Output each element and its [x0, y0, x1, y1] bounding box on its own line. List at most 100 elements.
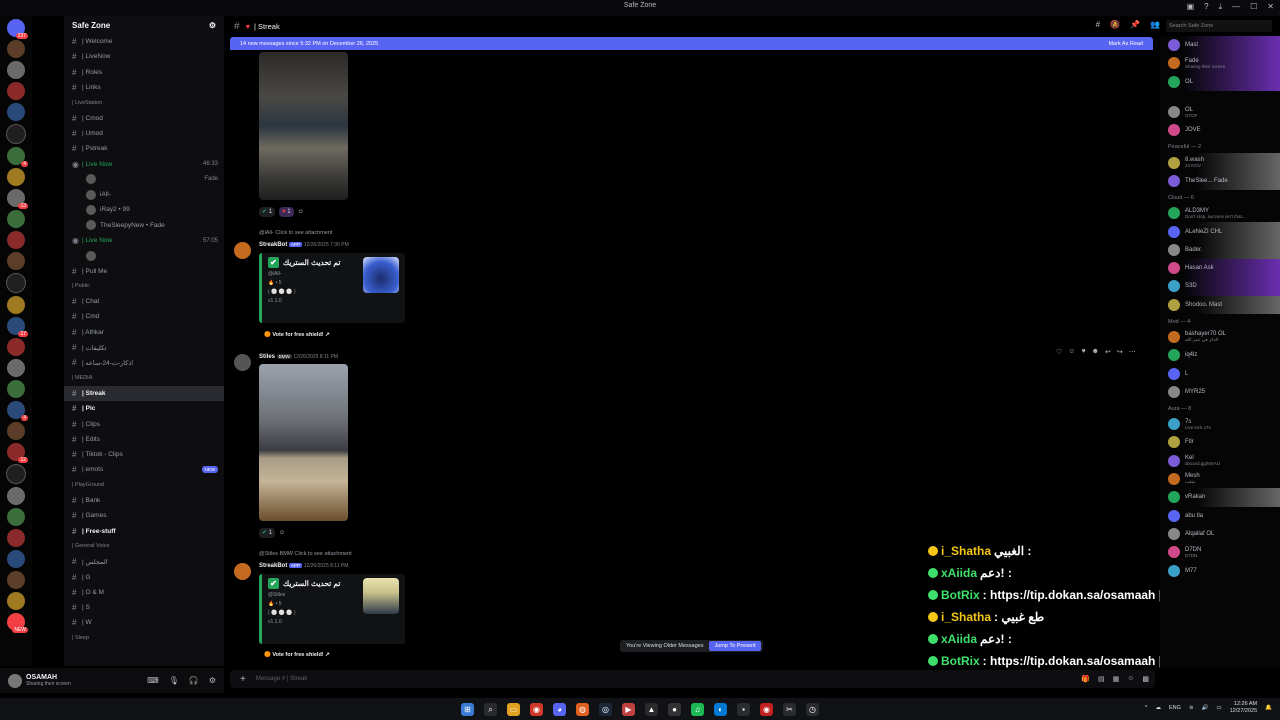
member-item[interactable]: iq4lz [1160, 346, 1280, 364]
message-input[interactable]: Message # | Streak [256, 676, 308, 682]
minimize-button[interactable]: — [1232, 2, 1240, 12]
windows-start-icon[interactable]: ⊞ [461, 702, 474, 716]
server-icon[interactable] [7, 210, 25, 228]
channel-item[interactable]: # | Tiktok - Clips [64, 447, 224, 462]
reaction-check[interactable]: ✔ 1 [259, 207, 276, 217]
maximize-button[interactable]: ☐ [1250, 2, 1257, 12]
channel-item[interactable]: # | LiveNow [64, 49, 224, 64]
notifications-icon[interactable]: 🔔 [1265, 705, 1272, 711]
message-image[interactable] [259, 52, 348, 200]
gift-icon[interactable]: 🎁 [1081, 675, 1090, 683]
member-item[interactable]: L [1160, 364, 1280, 382]
server-icon[interactable]: 4 [7, 147, 28, 167]
edge-icon[interactable]: ◐ [714, 702, 727, 716]
obs-icon[interactable]: ● [668, 702, 681, 716]
server-icon[interactable]: 13 [7, 189, 28, 209]
gamepad-icon[interactable]: ⌨ [147, 676, 159, 685]
member-item[interactable]: OL GTOF [1160, 103, 1280, 121]
new-messages-banner[interactable]: 14 new messages since 9:32 PM on Decembe… [230, 37, 1153, 50]
voice-user[interactable]: iAll- [64, 187, 224, 202]
members-icon[interactable]: 👥 [1150, 20, 1160, 29]
channel-item[interactable]: # | Links [64, 80, 224, 95]
add-reaction-icon[interactable]: ☻ [1092, 348, 1099, 356]
server-icon[interactable] [7, 61, 25, 79]
mark-as-read-button[interactable]: Mark As Read [1108, 41, 1143, 47]
member-item[interactable]: OL [1160, 72, 1280, 91]
embed-thumbnail[interactable] [363, 578, 399, 614]
member-item[interactable]: bashayer70 OL الذكر في عمر الله [1160, 328, 1280, 346]
channel-item[interactable]: # | تكليفات [64, 340, 224, 355]
channel-item[interactable]: # | Clips [64, 416, 224, 431]
server-icon[interactable] [7, 529, 25, 547]
emoji-icon[interactable]: ☺ [1068, 348, 1075, 356]
server-icon[interactable] [7, 487, 25, 505]
server-icon[interactable] [7, 252, 25, 270]
channel-item[interactable]: # | Athkar [64, 325, 224, 340]
threads-icon[interactable]: # [1096, 20, 1100, 29]
voice-user[interactable]: TheSleepyNew • Fade [64, 218, 224, 233]
channel-item[interactable]: # | Roles [64, 65, 224, 80]
author-name[interactable]: StreakBot [259, 563, 287, 569]
pin-icon[interactable]: 📌 [1130, 20, 1140, 29]
reply-icon[interactable]: ↩ [1105, 348, 1111, 356]
member-item[interactable]: Mesh متعب [1160, 470, 1280, 488]
server-icon[interactable] [7, 508, 25, 526]
member-item[interactable]: Ftlr [1160, 433, 1280, 451]
channel-item[interactable]: # | emots NEW [64, 462, 224, 477]
channel-item[interactable]: # | Free-stuff [64, 524, 224, 539]
channel-item[interactable]: ◉ | Live Now 46:33 [64, 156, 224, 171]
language-indicator[interactable]: ENG [1169, 705, 1181, 711]
channel-item[interactable]: # | Edits [64, 432, 224, 447]
download-icon[interactable]: ⤓ [1219, 2, 1223, 12]
channel-item[interactable]: # | S [64, 600, 224, 615]
server-icon[interactable] [7, 82, 25, 100]
server-icon[interactable] [7, 592, 25, 610]
server-icon[interactable] [7, 380, 25, 398]
server-icon[interactable]: 12 [7, 443, 28, 463]
server-icon[interactable]: 4 [7, 401, 28, 421]
inbox-icon[interactable]: ▣ [1187, 2, 1195, 12]
voice-user[interactable]: iRay2 • 99 [64, 202, 224, 217]
author-name[interactable]: StreakBot [259, 242, 287, 248]
server-icon[interactable] [7, 103, 25, 121]
channel-item[interactable]: # | Games [64, 508, 224, 523]
clock[interactable]: 12:26 AM 12/27/2025 [1230, 701, 1258, 715]
search-input[interactable]: Search Safe Zone [1166, 20, 1272, 32]
avatar[interactable] [8, 673, 22, 688]
channel-item[interactable]: # | اذكار-ت-24-ساعه [64, 355, 224, 370]
add-attachment-icon[interactable]: + [240, 674, 246, 685]
member-item[interactable]: D7DN D7DN [1160, 543, 1280, 561]
close-button[interactable]: ✕ [1267, 2, 1274, 12]
member-item[interactable]: Mast [1160, 36, 1280, 55]
heart-outline-icon[interactable]: ♡ [1056, 348, 1062, 356]
member-item[interactable]: Alqallaf OL [1160, 525, 1280, 543]
channel-category[interactable]: | Sleep [64, 631, 224, 646]
channel-category[interactable]: | General Voice [64, 539, 224, 554]
sticker-icon[interactable]: ▦ [1113, 675, 1120, 683]
add-reaction-icon[interactable]: ☺ [279, 530, 285, 536]
member-item[interactable]: vRakan [1160, 488, 1280, 507]
server-icon[interactable] [7, 231, 25, 249]
voice-user[interactable] [64, 248, 224, 263]
vote-link[interactable]: 🟠 Vote for free shield! ↗ [264, 652, 330, 658]
record-icon[interactable]: ◉ [760, 702, 773, 716]
channel-item[interactable]: # | Umod [64, 126, 224, 141]
channel-item[interactable]: # | Cmod [64, 110, 224, 125]
member-item[interactable]: abu tla [1160, 507, 1280, 525]
file-explorer-icon[interactable]: ▭ [507, 702, 520, 716]
avatar[interactable] [234, 563, 251, 580]
cloud-icon[interactable]: ☁ [1156, 705, 1162, 711]
headphones-icon[interactable]: 🎧 [189, 676, 199, 685]
member-item[interactable]: 8.wash 24 NOV [1160, 153, 1280, 172]
member-item[interactable]: Bader. [1160, 240, 1280, 259]
server-icon[interactable]: NEW [7, 613, 28, 633]
media-icon[interactable]: ▶ [622, 702, 635, 716]
server-icon[interactable] [7, 168, 25, 186]
channel-category[interactable]: | LiveStation [64, 95, 224, 110]
reply-preview[interactable]: @Stiles BMW Click to see attachment [259, 551, 352, 557]
server-icon[interactable] [7, 40, 25, 58]
member-item[interactable]: ALD3MY Don't stop, success isn't that... [1160, 204, 1280, 222]
reaction-heart[interactable]: ♥ 1 [279, 207, 294, 217]
vote-link[interactable]: 🟠 Vote for free shield! ↗ [264, 332, 330, 338]
channel-item[interactable]: # | Streak [64, 385, 224, 402]
